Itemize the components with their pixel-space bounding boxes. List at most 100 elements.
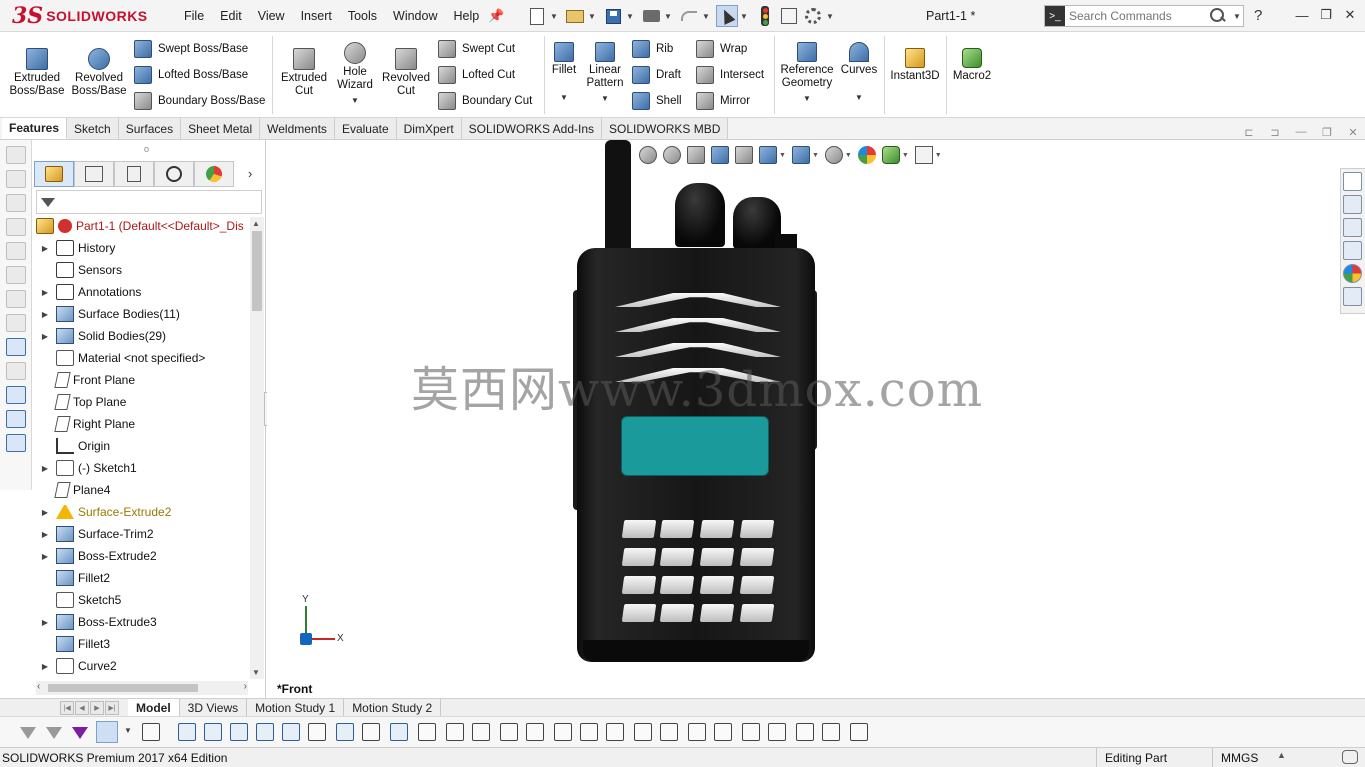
restore-button[interactable]: ❐ xyxy=(1314,4,1338,26)
open-dropdown[interactable]: ▼ xyxy=(588,12,596,21)
save-dropdown[interactable]: ▼ xyxy=(626,12,634,21)
expand-arrow-icon[interactable]: ▶ xyxy=(38,310,52,319)
strip-tool-icon[interactable] xyxy=(6,434,26,452)
tree-item[interactable]: Right Plane xyxy=(32,413,250,435)
apply-scene-icon[interactable] xyxy=(881,146,900,164)
tab-3d-views[interactable]: 3D Views xyxy=(180,699,248,716)
close-button[interactable]: ✕ xyxy=(1338,4,1362,26)
print-button[interactable] xyxy=(640,5,662,27)
filter-midpoints-icon[interactable] xyxy=(418,723,436,741)
search-icon[interactable] xyxy=(1209,7,1227,25)
viewport-prev-icon[interactable]: ⊏ xyxy=(1236,126,1262,139)
tree-horizontal-scrollbar[interactable]: ‹ › xyxy=(36,681,248,695)
viewport-next-icon[interactable]: ⊐ xyxy=(1262,126,1288,139)
fillet-dropdown[interactable]: ▼ xyxy=(560,91,568,104)
edit-appearance-icon[interactable] xyxy=(857,146,876,164)
tree-item[interactable]: ▶ History xyxy=(32,237,250,259)
revolved-boss-button[interactable]: Revolved Boss/Base xyxy=(72,48,127,98)
tab-dimxpert-manager[interactable] xyxy=(154,161,194,187)
scroll-right-icon[interactable]: › xyxy=(244,681,247,692)
tree-item[interactable]: ▶ Annotations xyxy=(32,281,250,303)
draft-button[interactable]: Draft xyxy=(632,66,681,84)
zoom-to-fit-icon[interactable] xyxy=(639,146,657,164)
tab-mbd[interactable]: SOLIDWORKS MBD xyxy=(602,118,729,139)
tree-item[interactable]: Plane4 xyxy=(32,479,250,501)
filter-vertices-icon[interactable] xyxy=(178,723,196,741)
file-explorer-icon[interactable] xyxy=(1343,218,1362,237)
tree-part-root[interactable]: Part1-1 (Default<<Default>_Dis xyxy=(32,215,250,237)
display-style-icon[interactable] xyxy=(791,146,810,164)
strip-tool-icon[interactable] xyxy=(6,314,26,332)
display-style-dropdown[interactable]: ▼ xyxy=(812,152,819,159)
solidworks-resources-icon[interactable] xyxy=(1343,172,1362,191)
viewport-minimize-icon[interactable]: — xyxy=(1288,126,1314,139)
appearances-icon[interactable] xyxy=(1343,264,1362,283)
scroll-down-icon[interactable]: ▼ xyxy=(252,668,260,677)
expand-arrow-icon[interactable]: ▶ xyxy=(38,662,52,671)
filter-sketch-segments-icon[interactable] xyxy=(390,723,408,741)
scroll-left-icon[interactable]: ‹ xyxy=(37,681,40,692)
swept-boss-button[interactable]: Swept Boss/Base xyxy=(134,40,248,58)
macro-button[interactable]: Macro2 xyxy=(950,48,994,83)
tree-item[interactable]: Sensors xyxy=(32,259,250,281)
tree-item[interactable]: ▶ (-) Sketch1 xyxy=(32,457,250,479)
tree-item[interactable]: Front Plane xyxy=(32,369,250,391)
pin-menu-icon[interactable]: 📌 xyxy=(488,8,504,24)
strip-tool-icon[interactable] xyxy=(6,218,26,236)
hole-wizard-dropdown[interactable]: ▼ xyxy=(351,94,359,107)
view-palette-icon[interactable] xyxy=(1343,241,1362,260)
tab-configuration-manager[interactable] xyxy=(114,161,154,187)
tab-feature-tree[interactable] xyxy=(34,161,74,187)
design-library-icon[interactable] xyxy=(1343,195,1362,214)
more-tabs-chevron-icon[interactable]: › xyxy=(248,166,252,181)
tab-sheet-metal[interactable]: Sheet Metal xyxy=(181,118,261,139)
expand-arrow-icon[interactable]: ▶ xyxy=(38,618,52,627)
options-button[interactable] xyxy=(802,5,824,27)
view-settings-icon[interactable] xyxy=(914,146,933,164)
tree-item[interactable]: ▶ Boss-Extrude3 xyxy=(32,611,250,633)
strip-tool-icon[interactable] xyxy=(6,146,26,164)
filter-clear-icon[interactable] xyxy=(46,727,62,739)
section-view-icon[interactable] xyxy=(711,146,729,164)
menu-tools[interactable]: Tools xyxy=(340,9,385,23)
tree-item[interactable]: Origin xyxy=(32,435,250,457)
filter-center-marks-icon[interactable] xyxy=(446,723,464,741)
filter-axes-icon[interactable] xyxy=(308,723,326,741)
select-dropdown[interactable]: ▼ xyxy=(740,12,748,21)
menu-view[interactable]: View xyxy=(250,9,293,23)
scroll-thumb[interactable] xyxy=(48,684,198,692)
tree-item[interactable]: ▶ Solid Bodies(29) xyxy=(32,325,250,347)
tree-item[interactable]: ▶ Surface-Extrude2 xyxy=(32,501,250,523)
filter-sketch-points-icon[interactable] xyxy=(362,723,380,741)
tab-property-manager[interactable] xyxy=(74,161,114,187)
strip-tool-icon[interactable] xyxy=(6,410,26,428)
select-tool-button[interactable] xyxy=(96,721,118,743)
tree-item[interactable]: ▶ Surface-Trim2 xyxy=(32,523,250,545)
view-orientation-dropdown[interactable]: ▼ xyxy=(779,152,786,159)
revolved-cut-button[interactable]: Revolved Cut xyxy=(380,48,432,98)
filter-active-icon[interactable] xyxy=(72,727,88,739)
expand-arrow-icon[interactable]: ▶ xyxy=(38,332,52,341)
tree-vertical-scrollbar[interactable]: ▲ ▼ xyxy=(250,217,264,679)
select-button[interactable] xyxy=(716,5,738,27)
tree-item[interactable]: Sketch5 xyxy=(32,589,250,611)
hide-show-items-icon[interactable] xyxy=(824,146,843,164)
expand-arrow-icon[interactable]: ▶ xyxy=(38,244,52,253)
filter-routing-points-icon[interactable] xyxy=(796,723,814,741)
strip-tool-icon[interactable] xyxy=(6,338,26,356)
options-dropdown[interactable]: ▼ xyxy=(826,12,834,21)
expand-arrow-icon[interactable]: ▶ xyxy=(38,530,52,539)
curves-dropdown[interactable]: ▼ xyxy=(855,91,863,104)
lofted-cut-button[interactable]: Lofted Cut xyxy=(438,66,515,84)
filter-solid-bodies-icon[interactable] xyxy=(282,723,300,741)
tab-weldments[interactable]: Weldments xyxy=(260,118,335,139)
tab-motion-study-2[interactable]: Motion Study 2 xyxy=(344,699,442,716)
intersect-button[interactable]: Intersect xyxy=(696,66,764,84)
new-dropdown[interactable]: ▼ xyxy=(550,12,558,21)
strip-tool-icon[interactable] xyxy=(6,386,26,404)
tab-dimxpert[interactable]: DimXpert xyxy=(396,118,462,139)
tab-surfaces[interactable]: Surfaces xyxy=(118,118,182,139)
strip-tool-icon[interactable] xyxy=(6,362,26,380)
filter-blocks-icon[interactable] xyxy=(714,723,732,741)
filter-cosmetic-threads-icon[interactable] xyxy=(688,723,706,741)
